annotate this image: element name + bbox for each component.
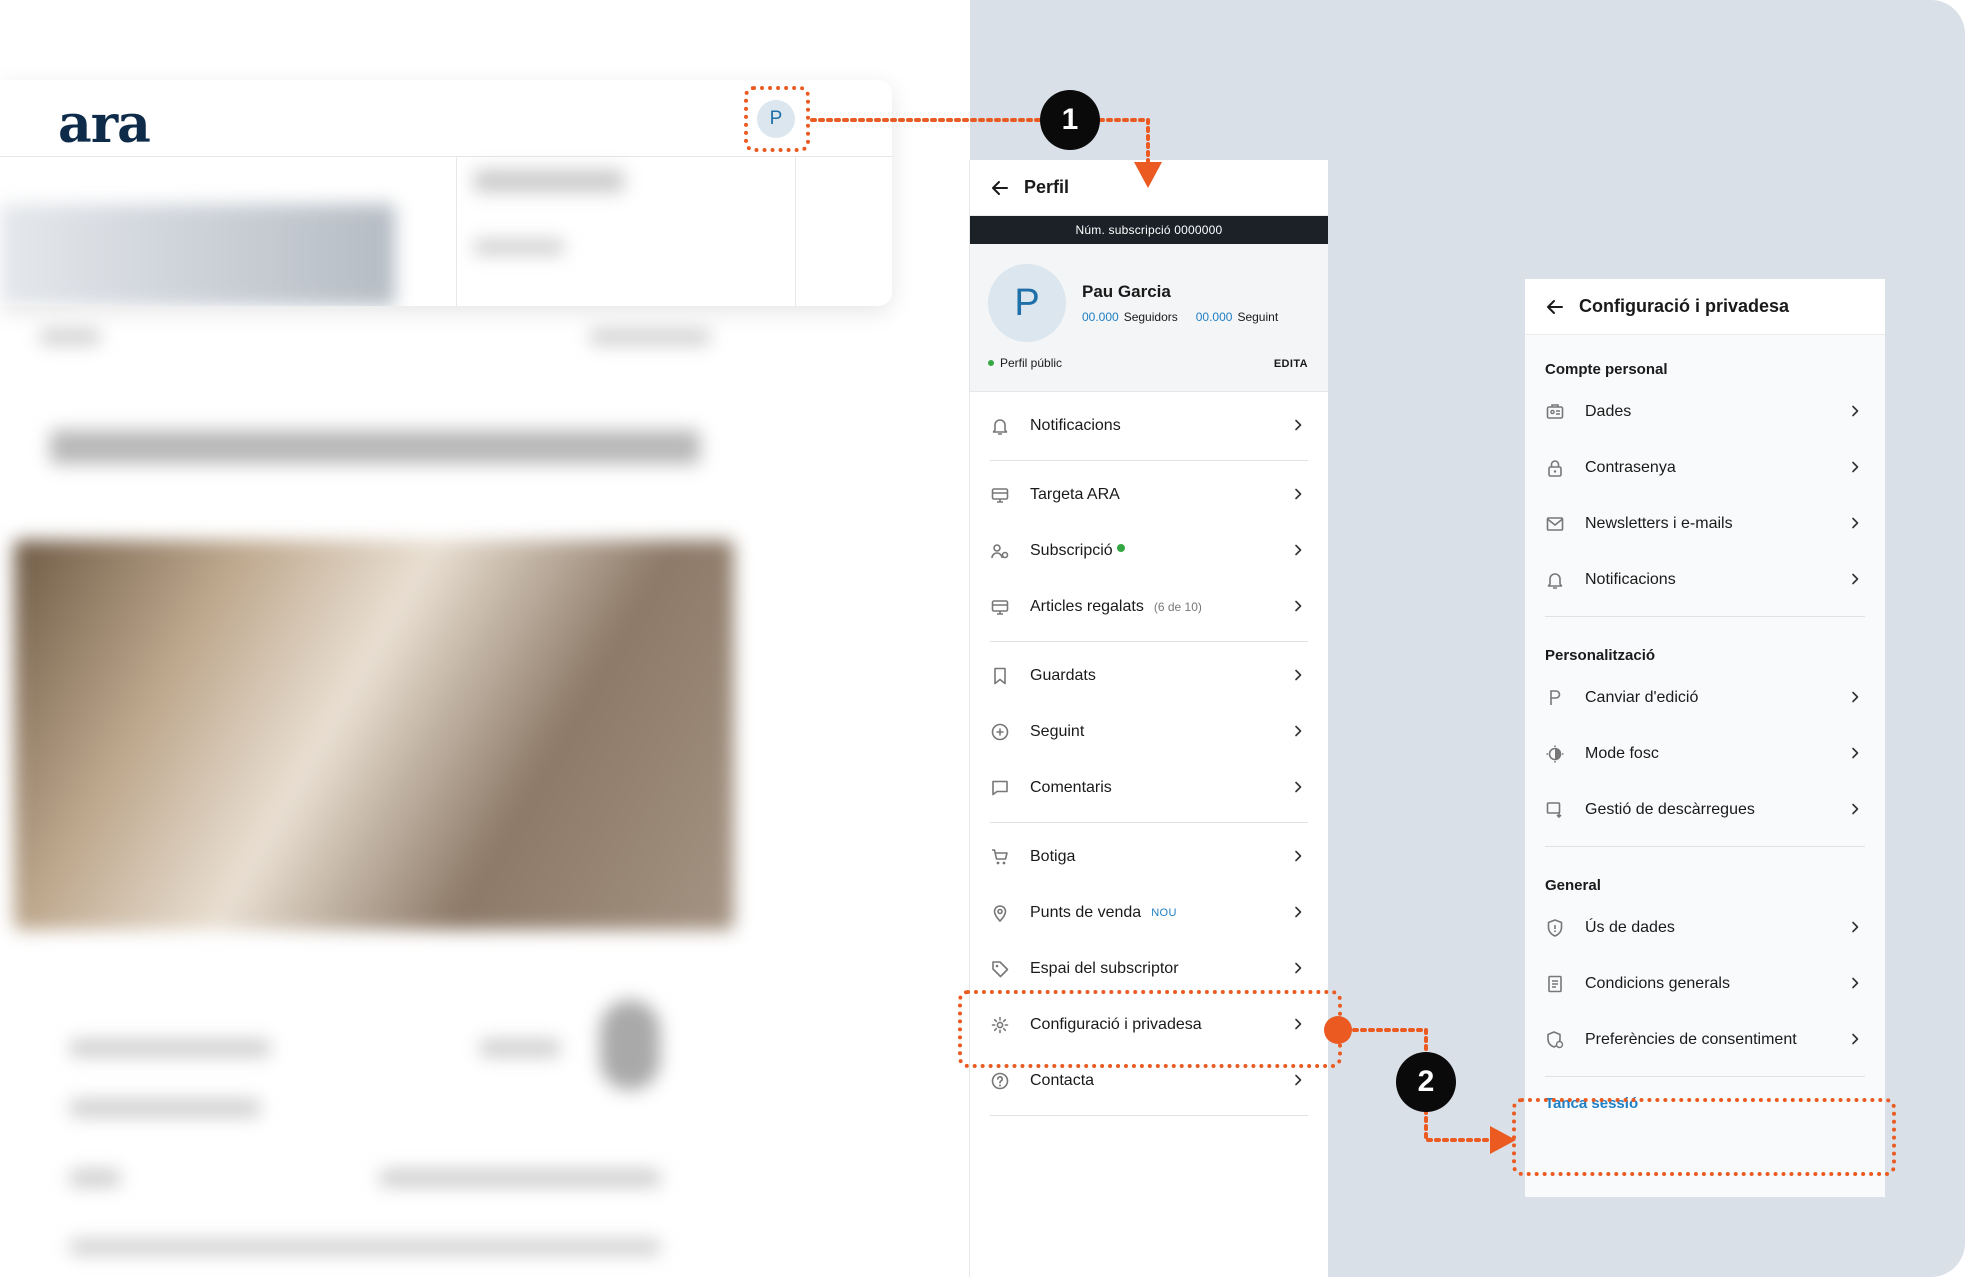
connector-dot	[1324, 1016, 1352, 1044]
step-badge-2: 2	[1396, 1052, 1456, 1112]
highlight-logout	[1512, 1098, 1896, 1176]
callout-connectors	[810, 118, 1516, 1154]
highlight-settings-item	[958, 990, 1342, 1068]
highlight-avatar	[744, 86, 810, 152]
step-badge-1: 1	[1040, 90, 1100, 150]
